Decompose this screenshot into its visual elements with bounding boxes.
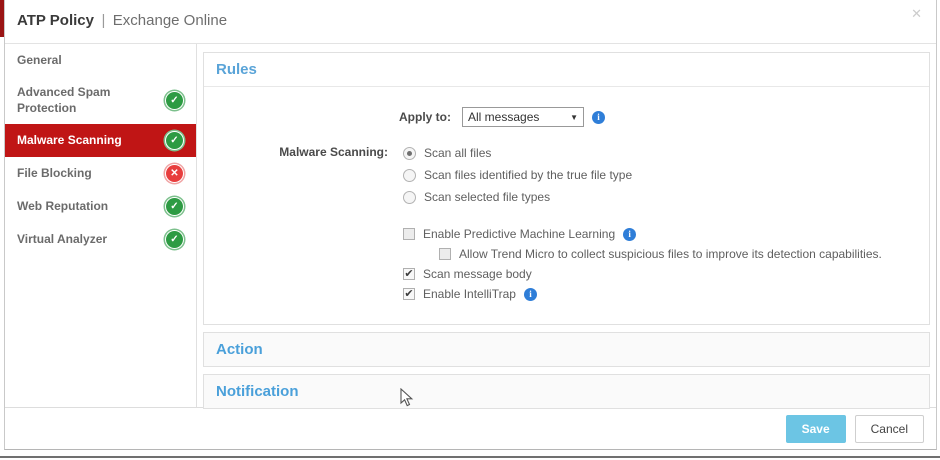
checkbox-label: Enable Predictive Machine Learning [423,227,616,241]
sidebar-item-malware-scanning[interactable]: Malware Scanning ✓ [5,124,196,158]
action-panel: Action [203,332,930,367]
checkbox-icon[interactable] [403,288,415,300]
status-ok-icon: ✓ [166,92,183,110]
checkbox-enable-predictive-machine-learning[interactable]: Enable Predictive Machine Learning i [403,224,882,244]
rules-panel: Rules Apply to: All messages ▼ i Malware… [203,52,930,325]
action-section-header[interactable]: Action [204,333,929,366]
checkbox-label: Allow Trend Micro to collect suspicious … [459,247,882,261]
radio-label: Scan selected file types [424,190,551,204]
close-icon[interactable]: ✕ [911,6,922,22]
checkbox-label: Scan message body [423,267,532,281]
radio-scan-true-file-type[interactable]: Scan files identified by the true file t… [403,164,882,186]
notification-panel: Notification [203,374,930,409]
screen: ATP Policy | Exchange Online ✕ General A… [0,0,940,460]
status-error-icon: ✕ [166,165,183,183]
sidebar-item-label: Web Reputation [17,198,109,213]
notification-section-header[interactable]: Notification [204,375,929,408]
sidebar-item-label: General [17,52,62,67]
dialog-header: ATP Policy | Exchange Online ✕ [5,0,936,44]
sidebar-item-label: Virtual Analyzer [17,231,108,246]
apply-to-label: Apply to: [399,110,451,124]
malware-scanning-controls: Scan all files Scan files identified by … [403,142,882,304]
title-separator: | [101,12,106,29]
select-dropdown-arrow-icon: ▼ [570,112,578,122]
checkbox-icon[interactable] [403,268,415,280]
status-ok-icon: ✓ [166,231,183,249]
cancel-button[interactable]: Cancel [854,414,924,443]
sidebar-item-label: File Blocking [17,165,92,180]
checkbox-scan-message-body[interactable]: Scan message body [403,264,882,284]
intellitrap-info-icon[interactable]: i [523,287,537,301]
radio-scan-selected-file-types[interactable]: Scan selected file types [403,186,882,208]
sidebar-item-label: Advanced Spam Protection [17,85,111,115]
radio-scan-all-files[interactable]: Scan all files [403,142,882,164]
atp-policy-dialog: ATP Policy | Exchange Online ✕ General A… [4,0,937,450]
sidebar-item-advanced-spam-protection[interactable]: Advanced Spam Protection ✓ [5,77,196,124]
sidebar-item-general[interactable]: General [5,44,196,77]
dialog-footer: Save Cancel [5,407,936,449]
save-button[interactable]: Save [785,414,846,443]
dialog-title: ATP Policy [17,12,94,29]
rules-section-header[interactable]: Rules [204,53,929,87]
radio-button-icon[interactable] [403,190,416,204]
status-ok-icon: ✓ [166,132,183,150]
sidebar-item-web-reputation[interactable]: Web Reputation ✓ [5,190,196,223]
background-bottom-line [0,456,940,458]
checkbox-group: Enable Predictive Machine Learning i All… [403,224,882,304]
radio-label: Scan all files [424,146,492,160]
dialog-body: General Advanced Spam Protection ✓ Malwa… [5,44,936,409]
apply-to-select[interactable]: All messages ▼ [462,107,584,127]
predictive-ml-info-icon[interactable]: i [623,227,637,241]
apply-to-row: Apply to: All messages ▼ i [204,107,929,127]
checkbox-enable-intellitrap[interactable]: Enable IntelliTrap i [403,284,882,304]
sidebar: General Advanced Spam Protection ✓ Malwa… [5,44,197,407]
checkbox-label: Enable IntelliTrap [423,287,516,301]
checkbox-allow-trend-micro-collect[interactable]: Allow Trend Micro to collect suspicious … [439,244,882,264]
apply-to-selected-value: All messages [468,110,540,124]
dialog-subtitle: Exchange Online [112,12,228,29]
radio-button-icon[interactable] [403,146,416,160]
content-area: Rules Apply to: All messages ▼ i Malware… [197,44,936,409]
checkbox-icon[interactable] [403,228,415,240]
sidebar-item-virtual-analyzer[interactable]: Virtual Analyzer ✓ [5,223,196,256]
radio-button-icon[interactable] [403,168,416,182]
rules-section-body: Apply to: All messages ▼ i Malware Scann… [204,107,929,324]
malware-scanning-row: Malware Scanning: Scan all files Scan fi… [204,142,929,304]
radio-label: Scan files identified by the true file t… [424,168,633,182]
sidebar-item-label: Malware Scanning [17,132,122,147]
status-ok-icon: ✓ [166,198,183,216]
apply-to-info-icon[interactable]: i [592,110,605,124]
malware-scanning-label: Malware Scanning: [279,145,388,159]
sidebar-item-file-blocking[interactable]: File Blocking ✕ [5,157,196,190]
checkbox-icon[interactable] [439,248,451,260]
